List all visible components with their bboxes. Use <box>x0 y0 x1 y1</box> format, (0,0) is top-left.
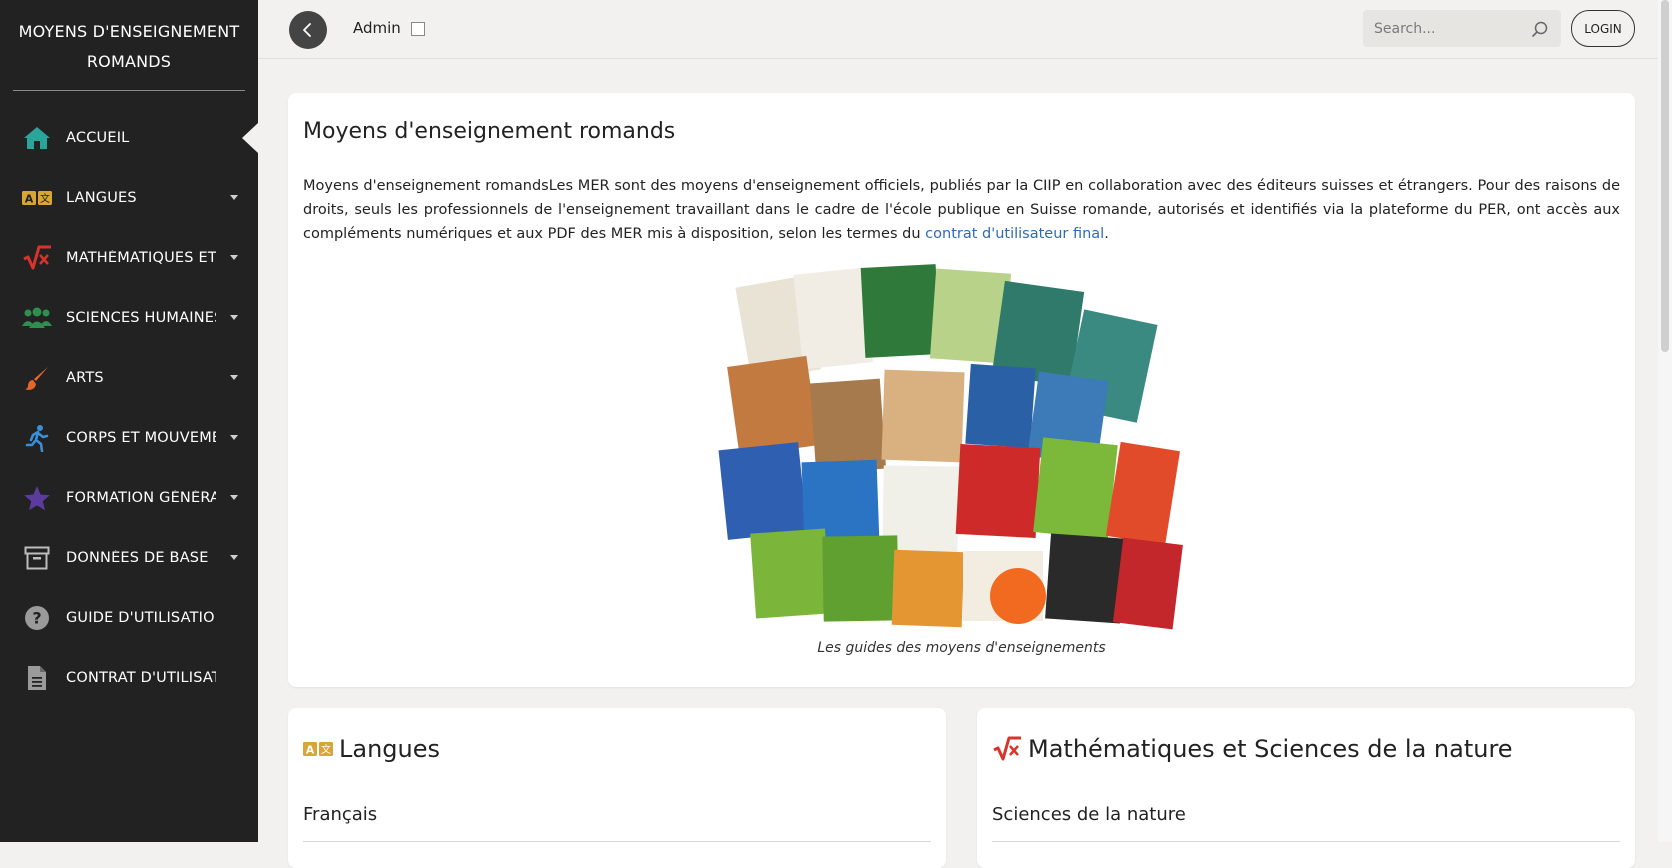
back-button[interactable] <box>289 11 327 49</box>
section-title: Mathématiques et Sciences de la nature <box>1028 735 1513 763</box>
sidebar-item-arts[interactable]: ARTS <box>0 348 258 408</box>
subsection-title: Sciences de la nature <box>992 804 1186 825</box>
sidebar-item-langues[interactable]: A文 LANGUES <box>0 168 258 228</box>
sidebar-item-contrat-utilisateur[interactable]: CONTRAT D'UTILISAT <box>0 648 258 708</box>
sidebar-item-donnees-de-base[interactable]: DONNÉES DE BASE <box>0 528 258 588</box>
login-button[interactable]: LOGIN <box>1571 10 1635 47</box>
caret-down-icon <box>230 255 238 260</box>
caret-down-icon <box>230 195 238 200</box>
chevron-left-icon <box>303 23 311 37</box>
svg-text:A: A <box>306 744 315 757</box>
brand-title[interactable]: MOYENS D'ENSEIGNEMENT ROMANDS <box>0 0 258 77</box>
sidebar-item-mathematiques[interactable]: MATHÉMATIQUES ET <box>0 228 258 288</box>
people-icon <box>22 303 52 333</box>
home-icon <box>22 123 52 153</box>
svg-text:文: 文 <box>40 192 50 205</box>
intro-paragraph: Moyens d'enseignement romandsLes MER son… <box>303 174 1620 246</box>
sidebar-item-corps-mouvement[interactable]: CORPS ET MOUVEME <box>0 408 258 468</box>
brand-title-line2: ROMANDS <box>86 52 172 71</box>
sidebar-item-label: CONTRAT D'UTILISAT <box>66 670 216 686</box>
brand-divider <box>13 90 245 91</box>
top-bar: Admin LOGIN <box>258 0 1672 59</box>
sidebar-item-accueil[interactable]: ACCUEIL <box>0 108 258 168</box>
book-covers <box>718 264 1183 630</box>
search-input[interactable] <box>1363 10 1534 47</box>
sidebar-item-label: GUIDE D'UTILISATION <box>66 610 216 626</box>
caret-down-icon <box>230 555 238 560</box>
caret-down-icon <box>230 495 238 500</box>
caret-down-icon <box>230 375 238 380</box>
letters-icon: A文 <box>303 742 333 757</box>
sidebar-item-label: DONNÉES DE BASE <box>66 550 209 566</box>
svg-text:A: A <box>25 193 34 206</box>
intro-end: . <box>1104 226 1109 242</box>
figure-caption: Les guides des moyens d'enseignements <box>817 640 1106 656</box>
scrollbar-thumb[interactable] <box>1661 0 1669 352</box>
brand-title-line1: MOYENS D'ENSEIGNEMENT <box>18 22 240 41</box>
subsection-title: Français <box>303 804 378 825</box>
admin-checkbox[interactable] <box>411 22 425 36</box>
sidebar-item-guide-utilisation[interactable]: ? GUIDE D'UTILISATION <box>0 588 258 648</box>
sidebar-nav: ACCUEIL A文 LANGUES MATHÉMATIQUES ET SCIE… <box>0 108 258 708</box>
question-circle-icon: ? <box>22 603 52 633</box>
running-person-icon <box>22 423 52 453</box>
page-scrollbar[interactable] <box>1658 0 1672 842</box>
svg-text:?: ? <box>32 609 41 628</box>
sidebar-item-label: CORPS ET MOUVEME <box>66 430 216 446</box>
svg-text:文: 文 <box>321 743 331 756</box>
section-title: Langues <box>339 735 441 763</box>
math-sqrt-icon <box>22 243 52 273</box>
admin-label: Admin <box>353 19 401 37</box>
sidebar-item-formation-generale[interactable]: FORMATION GÉNÉRA <box>0 468 258 528</box>
sidebar-item-sciences-humaines[interactable]: SCIENCES HUMAINES <box>0 288 258 348</box>
maths-card: Mathématiques et Sciences de la nature S… <box>977 708 1635 868</box>
sidebar-item-label: LANGUES <box>66 190 137 206</box>
star-icon <box>22 483 52 513</box>
caret-down-icon <box>230 435 238 440</box>
sidebar-item-label: SCIENCES HUMAINES <box>66 310 216 326</box>
sidebar-item-label: MATHÉMATIQUES ET <box>66 250 216 266</box>
sidebar-item-label: ACCUEIL <box>66 130 130 146</box>
paintbrush-icon <box>22 363 52 393</box>
document-icon <box>22 663 52 693</box>
archive-box-icon <box>22 543 52 573</box>
letters-icon: A文 <box>22 183 52 213</box>
search-box <box>1363 10 1561 47</box>
langues-header: A文 Langues <box>303 735 440 763</box>
caret-down-icon <box>230 315 238 320</box>
sidebar-item-label: FORMATION GÉNÉRA <box>66 490 216 506</box>
langues-card: A文 Langues Français <box>288 708 946 868</box>
intro-card: Moyens d'enseignement romands Moyens d'e… <box>288 93 1635 687</box>
active-indicator <box>242 123 258 153</box>
search-icon[interactable] <box>1531 20 1549 38</box>
maths-header: Mathématiques et Sciences de la nature <box>992 735 1513 763</box>
math-sqrt-icon <box>993 736 1021 761</box>
sidebar-item-label: ARTS <box>66 370 104 386</box>
contract-link[interactable]: contrat d'utilisateur final <box>925 226 1104 242</box>
sidebar: MOYENS D'ENSEIGNEMENT ROMANDS ACCUEIL A文… <box>0 0 258 842</box>
page-title: Moyens d'enseignement romands <box>303 119 676 144</box>
teaching-guides-collage-image <box>718 264 1183 630</box>
